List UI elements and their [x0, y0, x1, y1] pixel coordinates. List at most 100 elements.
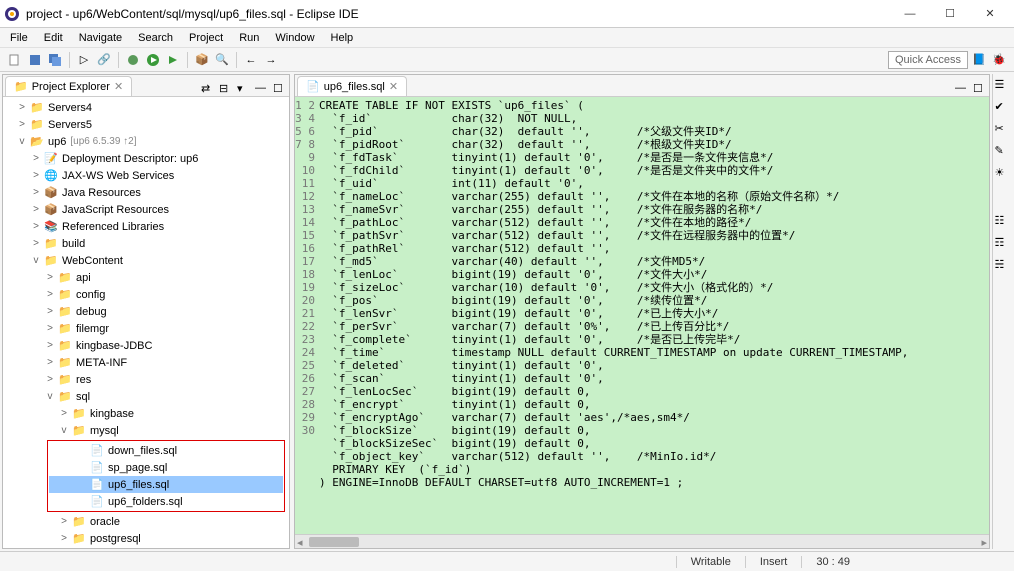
tree-node[interactable]: >📁META-INF	[3, 354, 289, 371]
expander-icon[interactable]: >	[31, 153, 41, 164]
menu-run[interactable]: Run	[233, 31, 265, 45]
close-button[interactable]: ✕	[970, 2, 1010, 26]
run-icon[interactable]	[144, 51, 162, 69]
close-editor-icon[interactable]: ✕	[389, 80, 398, 93]
maximize-button[interactable]: ☐	[930, 2, 970, 26]
view-icon-3[interactable]: ☵	[995, 258, 1011, 274]
tree-node[interactable]: >📁kingbase	[3, 405, 289, 422]
link-editor-icon[interactable]: ⇄	[201, 82, 215, 96]
editor-scrollbar-h[interactable]: ◂ ▸	[295, 534, 989, 548]
expander-icon[interactable]: >	[45, 340, 55, 351]
expander-icon[interactable]: >	[31, 238, 41, 249]
tree-node[interactable]: v📁sql	[3, 388, 289, 405]
menu-search[interactable]: Search	[132, 31, 179, 45]
menu-project[interactable]: Project	[183, 31, 229, 45]
expander-icon[interactable]: >	[31, 170, 41, 181]
run-last-icon[interactable]	[164, 51, 182, 69]
debug-icon[interactable]	[124, 51, 142, 69]
editor-tab[interactable]: 📄 up6_files.sql ✕	[297, 76, 407, 96]
tree-node[interactable]: >📁Servers4	[3, 99, 289, 116]
new-server-icon[interactable]: 📦	[193, 51, 211, 69]
project-explorer-tab[interactable]: 📁 Project Explorer ✕	[5, 76, 132, 96]
expander-icon[interactable]: >	[45, 272, 55, 283]
back-icon[interactable]: ←	[242, 51, 260, 69]
tree-node[interactable]: 📄up6_files.sql	[49, 476, 283, 493]
expander-icon[interactable]: v	[31, 255, 41, 266]
tree-node[interactable]: >📁debug	[3, 303, 289, 320]
tree-node[interactable]: >📝Deployment Descriptor: up6	[3, 150, 289, 167]
tree-node[interactable]: 📄down_files.sql	[49, 442, 283, 459]
expander-icon[interactable]: >	[45, 374, 55, 385]
link-icon[interactable]: 🔗	[95, 51, 113, 69]
expander-icon[interactable]: >	[45, 323, 55, 334]
new-icon[interactable]	[6, 51, 24, 69]
expander-icon[interactable]: >	[59, 408, 69, 419]
tree-node[interactable]: >📁config	[3, 286, 289, 303]
tree-node[interactable]: >📁res	[3, 371, 289, 388]
tree-node[interactable]: >📦Java Resources	[3, 184, 289, 201]
view-icon-2[interactable]: ☶	[995, 236, 1011, 252]
menu-help[interactable]: Help	[325, 31, 360, 45]
save-icon[interactable]	[26, 51, 44, 69]
minimize-button[interactable]: —	[890, 2, 930, 26]
editor[interactable]: 1 2 3 4 5 6 7 8 9 10 11 12 13 14 15 16 1…	[295, 97, 989, 534]
expander-icon[interactable]: >	[31, 221, 41, 232]
tree-node[interactable]: 📄up6_folders.sql	[49, 493, 283, 510]
view-menu-icon[interactable]: ▾	[237, 82, 251, 96]
menu-file[interactable]: File	[4, 31, 34, 45]
minimize-view-icon[interactable]: —	[255, 82, 269, 96]
scroll-thumb[interactable]	[309, 537, 359, 547]
expander-icon[interactable]: >	[59, 533, 69, 544]
bookmarks-icon[interactable]: ✎	[995, 144, 1011, 160]
perspective-debug-icon[interactable]: 🐞	[990, 51, 1008, 69]
tree-node[interactable]: 📄sp_page.sql	[49, 459, 283, 476]
expander-icon[interactable]: >	[45, 357, 55, 368]
sql-file-icon: 📄	[306, 80, 320, 93]
saveall-icon[interactable]	[46, 51, 64, 69]
tree-node[interactable]: v📂up6[up6 6.5.39 ↑2]	[3, 133, 289, 150]
tree-node[interactable]: >📁oracle	[3, 513, 289, 530]
maximize-view-icon[interactable]: ☐	[273, 82, 287, 96]
markers-icon[interactable]: ☀	[995, 166, 1011, 182]
close-tab-icon[interactable]: ✕	[114, 80, 123, 93]
expander-icon[interactable]: >	[59, 516, 69, 527]
quick-access[interactable]: Quick Access	[888, 51, 968, 69]
skip-icon[interactable]: ▷	[75, 51, 93, 69]
collapse-all-icon[interactable]: ⊟	[219, 82, 233, 96]
expander-icon[interactable]: >	[31, 204, 41, 215]
tree-node[interactable]: >🌐JAX-WS Web Services	[3, 167, 289, 184]
menu-window[interactable]: Window	[269, 31, 320, 45]
task-icon[interactable]: ✔	[995, 100, 1011, 116]
forward-icon[interactable]: →	[262, 51, 280, 69]
view-icon-1[interactable]: ☷	[995, 214, 1011, 230]
code-area[interactable]: CREATE TABLE IF NOT EXISTS `up6_files` (…	[319, 97, 989, 534]
tree-node[interactable]: >📦JavaScript Resources	[3, 201, 289, 218]
outline-icon[interactable]: ☰	[995, 78, 1011, 94]
expander-icon[interactable]: >	[45, 289, 55, 300]
tree-node[interactable]: v📁WebContent	[3, 252, 289, 269]
expander-icon[interactable]: >	[17, 102, 27, 113]
expander-icon[interactable]: v	[45, 391, 55, 402]
tree-node[interactable]: >📁kingbase-JDBC	[3, 337, 289, 354]
tree-node[interactable]: >📁sql	[3, 547, 289, 548]
expander-icon[interactable]: >	[31, 187, 41, 198]
tree-node[interactable]: >📁filemgr	[3, 320, 289, 337]
perspective-jee-icon[interactable]: 📘	[970, 51, 988, 69]
project-tree[interactable]: >📁Servers4>📁Servers5v📂up6[up6 6.5.39 ↑2]…	[3, 97, 289, 548]
tree-node[interactable]: >📁postgresql	[3, 530, 289, 547]
tree-node[interactable]: >📁build	[3, 235, 289, 252]
expander-icon[interactable]: >	[17, 119, 27, 130]
snippets-icon[interactable]: ✂	[995, 122, 1011, 138]
maximize-editor-icon[interactable]: ☐	[973, 82, 987, 96]
tree-node[interactable]: v📁mysql	[3, 422, 289, 439]
tree-node[interactable]: >📚Referenced Libraries	[3, 218, 289, 235]
menu-edit[interactable]: Edit	[38, 31, 69, 45]
minimize-editor-icon[interactable]: —	[955, 82, 969, 96]
tree-node[interactable]: >📁Servers5	[3, 116, 289, 133]
tree-node[interactable]: >📁api	[3, 269, 289, 286]
menu-navigate[interactable]: Navigate	[73, 31, 128, 45]
expander-icon[interactable]: v	[17, 136, 27, 147]
open-type-icon[interactable]: 🔍	[213, 51, 231, 69]
expander-icon[interactable]: >	[45, 306, 55, 317]
expander-icon[interactable]: v	[59, 425, 69, 436]
